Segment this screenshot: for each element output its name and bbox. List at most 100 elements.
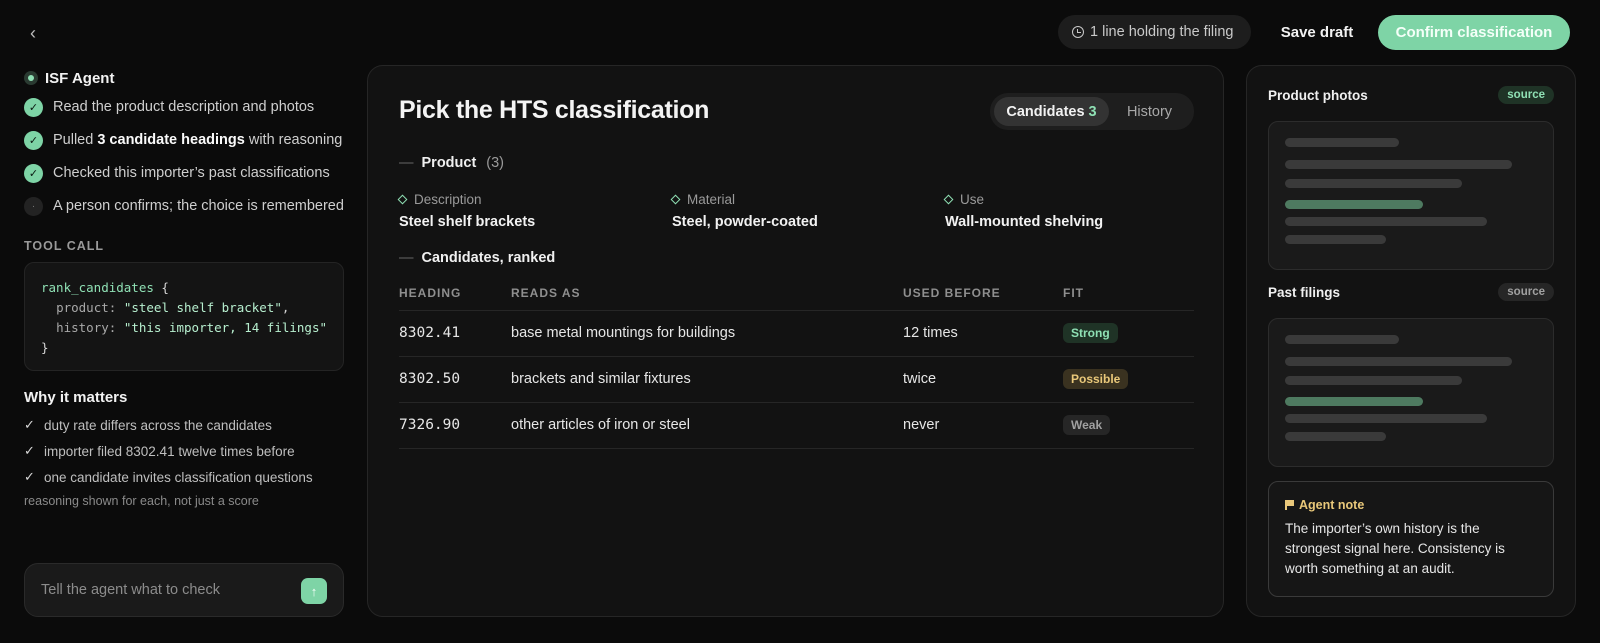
diamond-icon bbox=[397, 194, 408, 204]
heading-code: 8302.50 bbox=[399, 356, 511, 403]
section-dash-icon: — bbox=[399, 155, 414, 171]
skeleton-line bbox=[1285, 235, 1386, 244]
reads-as: brackets and similar fixtures bbox=[511, 356, 903, 403]
table-row[interactable]: 8302.50 brackets and similar fixtures tw… bbox=[399, 356, 1194, 403]
fit-badge: Weak bbox=[1063, 415, 1111, 435]
used-before: twice bbox=[903, 356, 1063, 403]
skeleton-line bbox=[1285, 397, 1423, 406]
used-before: 12 times bbox=[903, 310, 1063, 357]
past-filings-title: Past filings bbox=[1268, 284, 1341, 300]
fit-badge: Strong bbox=[1063, 323, 1118, 343]
candidates-count-badge: 3 bbox=[1088, 103, 1097, 120]
tab-candidates[interactable]: Candidates 3 bbox=[994, 97, 1109, 126]
step-item: ✓ Checked this importer’s past classific… bbox=[24, 163, 344, 184]
step-text: Read the product description and photos bbox=[53, 99, 315, 115]
skeleton-line bbox=[1285, 179, 1462, 188]
product-photos-header: Product photos source bbox=[1268, 86, 1554, 104]
product-photos-placeholder bbox=[1268, 121, 1554, 270]
agent-sidebar: ISF Agent ✓ Read the product description… bbox=[24, 64, 344, 512]
skeleton-line bbox=[1285, 335, 1399, 344]
agent-note-text: The importer’s own history is the strong… bbox=[1285, 521, 1505, 576]
agent-chat-box: ↑ bbox=[24, 563, 344, 617]
chevron-left-icon: ‹ bbox=[30, 23, 36, 43]
agent-name: ISF Agent bbox=[45, 69, 115, 87]
checkmark-icon: ✓ bbox=[24, 417, 35, 432]
why-item: ✓ importer filed 8302.41 twelve times be… bbox=[24, 443, 295, 459]
heading-code: 7326.90 bbox=[399, 402, 511, 449]
candidates-table: HEADING READS AS USED BEFORE FIT 8302.41… bbox=[399, 276, 1194, 449]
product-section-header: — Product (3) bbox=[399, 155, 505, 171]
save-draft-button[interactable]: Save draft bbox=[1270, 20, 1364, 46]
column-header: HEADING bbox=[399, 276, 511, 311]
page-title: Pick the HTS classification bbox=[399, 96, 710, 124]
skeleton-line bbox=[1285, 200, 1423, 209]
check-icon: ✓ bbox=[24, 164, 43, 183]
attribute-description: Description Steel shelf brackets bbox=[397, 191, 536, 230]
sources-panel: Product photos source Past filings sourc… bbox=[1246, 65, 1576, 617]
fit-badge: Possible bbox=[1063, 369, 1129, 389]
skeleton-line bbox=[1285, 432, 1386, 441]
step-text: Pulled 3 candidate headings with reasoni… bbox=[53, 132, 343, 148]
agent-steps: ✓ Read the product description and photo… bbox=[24, 97, 344, 217]
candidates-section-header: — Candidates, ranked bbox=[399, 250, 556, 266]
used-before: never bbox=[903, 402, 1063, 449]
step-text: Checked this importer’s past classificat… bbox=[53, 165, 330, 181]
tool-call-label: TOOL CALL bbox=[24, 239, 105, 253]
diamond-icon bbox=[670, 194, 681, 204]
skeleton-line bbox=[1285, 414, 1487, 423]
table-row[interactable]: 8302.41 base metal mountings for buildin… bbox=[399, 310, 1194, 357]
why-footnote: reasoning shown for each, not just a sco… bbox=[24, 494, 259, 508]
column-header: USED BEFORE bbox=[903, 276, 1063, 311]
clock-icon bbox=[1072, 26, 1084, 38]
section-dash-icon: — bbox=[399, 250, 414, 266]
step-item: ✓ Read the product description and photo… bbox=[24, 97, 344, 118]
why-item: ✓ one candidate invites classification q… bbox=[24, 469, 313, 485]
skeleton-line bbox=[1285, 138, 1399, 147]
table-row[interactable]: 7326.90 other articles of iron or steel … bbox=[399, 402, 1194, 449]
holding-status-pill[interactable]: 1 line holding the filing bbox=[1058, 15, 1251, 49]
agent-chat-input[interactable] bbox=[41, 582, 281, 598]
source-badge[interactable]: source bbox=[1498, 86, 1554, 104]
classification-panel: Pick the HTS classification Candidates 3 … bbox=[367, 65, 1224, 617]
flag-icon bbox=[1285, 500, 1294, 510]
past-filings-placeholder bbox=[1268, 318, 1554, 467]
step-item: · A person confirms; the choice is remem… bbox=[24, 196, 344, 217]
source-badge[interactable]: source bbox=[1498, 283, 1554, 301]
agent-note-card: Agent note The importer’s own history is… bbox=[1268, 481, 1554, 597]
holding-status-text: 1 line holding the filing bbox=[1090, 24, 1234, 40]
why-item: ✓ duty rate differs across the candidate… bbox=[24, 417, 272, 433]
product-photos-title: Product photos bbox=[1268, 87, 1368, 103]
attribute-use: Use Wall-mounted shelving bbox=[943, 191, 1104, 230]
checkmark-icon: ✓ bbox=[24, 443, 35, 458]
arrow-up-icon: ↑ bbox=[310, 583, 318, 599]
reads-as: other articles of iron or steel bbox=[511, 402, 903, 449]
step-text: A person confirms; the choice is remembe… bbox=[53, 198, 344, 214]
agent-note-header: Agent note bbox=[1285, 498, 1537, 512]
heading-code: 8302.41 bbox=[399, 310, 511, 357]
skeleton-line bbox=[1285, 160, 1512, 169]
tool-call-code: rank_candidates { product: "steel shelf … bbox=[24, 262, 344, 371]
check-icon: ✓ bbox=[24, 131, 43, 150]
reads-as: base metal mountings for buildings bbox=[511, 310, 903, 357]
attribute-material: Material Steel, powder-coated bbox=[670, 191, 818, 230]
step-item: ✓ Pulled 3 candidate headings with reaso… bbox=[24, 130, 344, 151]
skeleton-line bbox=[1285, 357, 1512, 366]
pending-dot-icon: · bbox=[24, 197, 43, 216]
agent-header: ISF Agent bbox=[24, 64, 344, 92]
view-tabs: Candidates 3 History bbox=[990, 93, 1194, 130]
checkmark-icon: ✓ bbox=[24, 469, 35, 484]
past-filings-header: Past filings source bbox=[1268, 283, 1554, 301]
column-header: FIT bbox=[1063, 276, 1194, 311]
skeleton-line bbox=[1285, 376, 1462, 385]
diamond-icon bbox=[943, 194, 954, 204]
column-header: READS AS bbox=[511, 276, 903, 311]
back-button[interactable]: ‹ bbox=[22, 22, 44, 44]
agent-status-dot bbox=[24, 71, 38, 85]
send-button[interactable]: ↑ bbox=[301, 578, 327, 604]
why-list: ✓ duty rate differs across the candidate… bbox=[24, 412, 344, 490]
why-it-matters-title: Why it matters bbox=[24, 389, 128, 406]
skeleton-line bbox=[1285, 217, 1487, 226]
confirm-classification-button[interactable]: Confirm classification bbox=[1378, 15, 1570, 50]
check-icon: ✓ bbox=[24, 98, 43, 117]
tab-history[interactable]: History bbox=[1109, 97, 1190, 126]
